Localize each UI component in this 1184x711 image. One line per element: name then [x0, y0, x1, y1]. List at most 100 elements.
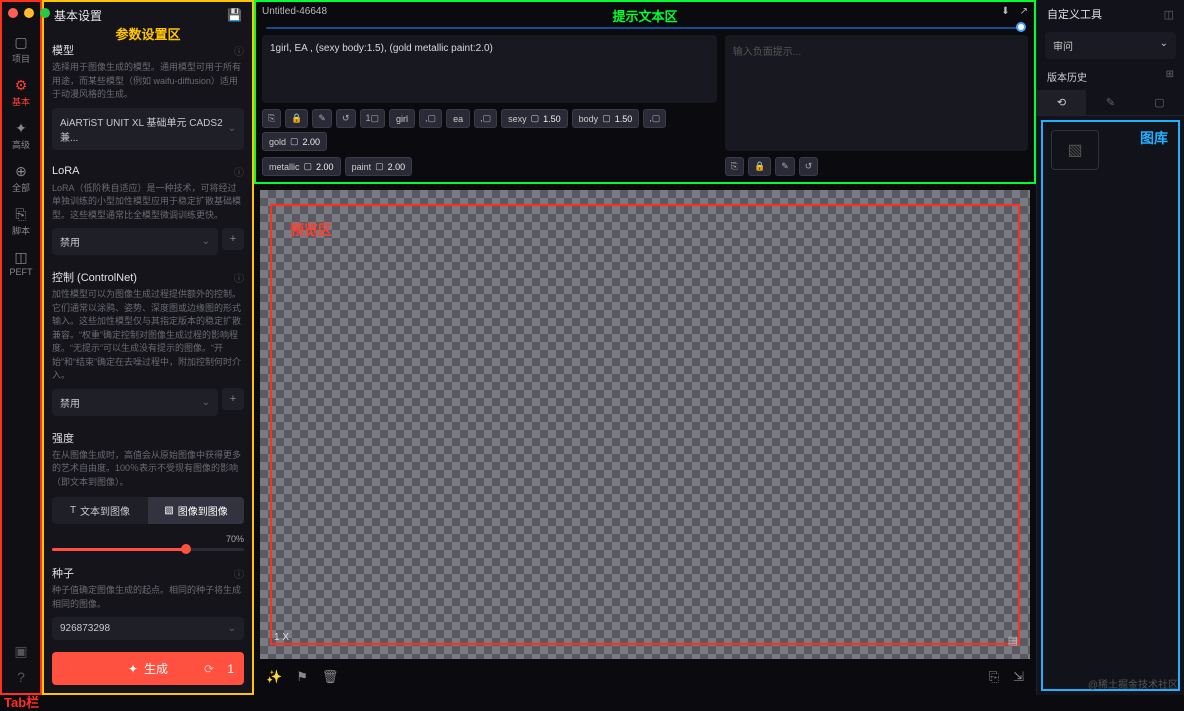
tag-paint[interactable]: paint ▢ 2.00: [345, 157, 413, 176]
tab-basic[interactable]: ⚙基本: [0, 71, 42, 114]
lora-desc: LoRA（低阶秩自适应）是一种技术，可将经过单独训练的小型加性模型应用于稳定扩散…: [52, 182, 244, 223]
document-title: Untitled-46648: [262, 6, 327, 17]
copy-icon[interactable]: ⎘: [262, 109, 281, 128]
right-panel: 自定义工具 ◫ 审问⌄ 版本历史 ⊞ ⟲ ✎ ▢ 图库 ▧: [1036, 0, 1184, 695]
tab-peft[interactable]: ◫PEFT: [0, 243, 42, 283]
tag-ea[interactable]: ea: [446, 109, 470, 128]
prompt-area: Untitled-46648 ⬇ ↗ 提示文本区 1girl, EA , (se…: [254, 0, 1036, 184]
mode-i2i[interactable]: ▧图像到图像: [148, 497, 244, 524]
positive-prompt-input[interactable]: 1girl, EA , (sexy body:1.5), (gold metal…: [262, 35, 717, 103]
comma-icon[interactable]: ,▢: [643, 109, 666, 128]
tag-metallic[interactable]: metallic ▢ 2.00: [262, 157, 341, 176]
gallery-panel: 图库 ▧: [1041, 120, 1180, 691]
history-tab-save[interactable]: ▢: [1135, 90, 1184, 115]
info-icon[interactable]: ⓘ: [234, 270, 244, 285]
tag-girl[interactable]: girl: [389, 109, 415, 128]
tab-advanced[interactable]: ✦高级: [0, 114, 42, 157]
strength-slider[interactable]: [52, 548, 244, 551]
bottom-toolbar: ✨ ⚑ 🗑 ⎘ ⇲: [254, 659, 1036, 695]
comma-icon[interactable]: ,▢: [474, 109, 497, 128]
tab-project[interactable]: ▢项目: [0, 28, 42, 71]
control-desc: 加性模型可以为图像生成过程提供额外的控制。它们通常以涂鸦、姿势、深度图或边缘图的…: [52, 288, 244, 383]
edit-icon[interactable]: ✎: [312, 109, 332, 128]
sync-icon[interactable]: ⟳: [204, 662, 214, 676]
sparkle-icon: ✦: [128, 662, 138, 676]
seed-input[interactable]: 926873298⌄: [52, 617, 244, 640]
mode-t2i[interactable]: T文本到图像: [52, 497, 148, 524]
edit-icon[interactable]: ✎: [775, 157, 795, 176]
all-icon: ⊕: [13, 163, 29, 179]
panel-icon[interactable]: ◫: [1164, 8, 1174, 21]
negative-prompt-input[interactable]: 输入负面提示...: [725, 35, 1028, 151]
center-area: Untitled-46648 ⬇ ↗ 提示文本区 1girl, EA , (se…: [254, 0, 1036, 695]
prompt-weight-slider[interactable]: [266, 27, 1024, 29]
comma-icon[interactable]: ,▢: [419, 109, 442, 128]
copy-out-icon[interactable]: ⎘: [989, 669, 999, 685]
generate-button[interactable]: ✦ 生成 ⟳ 1: [52, 652, 244, 685]
control-title: 控制 (ControlNet): [52, 269, 137, 285]
model-select[interactable]: AiARTiST UNIT XL 基础单元 CADS2兼...⌄: [52, 108, 244, 150]
lock-icon[interactable]: 🔒: [285, 109, 308, 128]
chevron-down-icon: ⌄: [1160, 38, 1168, 53]
info-icon[interactable]: ⓘ: [234, 43, 244, 58]
chevron-down-icon: ⌄: [202, 397, 210, 408]
preview-canvas[interactable]: 预览区 1 X ▤: [260, 190, 1030, 659]
tag-body[interactable]: body ▢ 1.50: [572, 109, 640, 128]
export-icon[interactable]: ⇲: [1013, 669, 1024, 685]
settings-header: 基本设置: [54, 7, 102, 24]
reset-icon[interactable]: ↺: [336, 109, 356, 128]
clear-icon[interactable]: 🗑: [322, 669, 339, 685]
history-tab-edit[interactable]: ✎: [1086, 90, 1135, 115]
lock-icon[interactable]: 🔒: [748, 157, 771, 176]
layers-icon[interactable]: ▤: [1008, 634, 1018, 647]
tag-gold[interactable]: gold ▢ 2.00: [262, 132, 327, 151]
zoom-level: 1 X: [274, 632, 289, 643]
script-icon: ⎘: [13, 206, 29, 222]
share-icon[interactable]: ↗: [1020, 6, 1028, 17]
image-icon: ▧: [164, 505, 173, 516]
gen-count: 1: [227, 662, 234, 676]
annotation-settings: 参数设置区: [115, 24, 180, 43]
sparkle-icon: ✦: [13, 120, 29, 136]
chevron-down-icon: ⌄: [202, 236, 210, 247]
reset-icon[interactable]: ↺: [799, 157, 819, 176]
tab-all[interactable]: ⊕全部: [0, 157, 42, 200]
strength-title: 强度: [52, 430, 74, 446]
strength-value: 70%: [226, 534, 244, 544]
add-control-button[interactable]: +: [222, 388, 244, 410]
history-tab-time[interactable]: ⟲: [1037, 90, 1086, 115]
chevron-down-icon: ⌄: [228, 123, 236, 134]
tools-title: 自定义工具: [1047, 6, 1102, 22]
tab-script[interactable]: ⎘脚本: [0, 200, 42, 243]
copy-icon[interactable]: ⎘: [725, 157, 744, 176]
download-icon[interactable]: ⬇: [1001, 6, 1009, 17]
model-title: 模型: [52, 42, 74, 58]
control-select[interactable]: 禁用⌄: [52, 389, 218, 416]
annotation-preview: 预览区: [290, 220, 332, 240]
info-icon[interactable]: ⓘ: [234, 164, 244, 179]
tag-sexy[interactable]: sexy ▢ 1.50: [501, 109, 568, 128]
watermark: @稀土掘金技术社区: [1088, 676, 1178, 691]
log-icon[interactable]: ▣: [13, 643, 29, 659]
project-icon: ▢: [13, 34, 29, 50]
chevron-down-icon: ⌄: [228, 623, 236, 634]
gallery-thumb[interactable]: ▧: [1051, 130, 1099, 170]
one-icon[interactable]: 1▢: [360, 109, 386, 128]
history-title: 版本历史: [1047, 69, 1087, 84]
tool-select[interactable]: 审问⌄: [1045, 32, 1176, 59]
annotation-gallery: 图库: [1140, 128, 1168, 148]
gear-icon: ⚙: [13, 77, 29, 93]
model-desc: 选择用于图像生成的模型。通用模型可用于所有用途，而某些模型（例如 waifu-d…: [52, 61, 244, 102]
add-lora-button[interactable]: +: [222, 228, 244, 250]
save-icon[interactable]: 💾: [227, 8, 242, 22]
settings-panel: 基本设置 💾 参数设置区 模型 ⓘ 选择用于图像生成的模型。通用模型可用于所有用途…: [42, 0, 254, 695]
info-icon[interactable]: ⓘ: [234, 566, 244, 581]
flag-icon[interactable]: ⚑: [296, 669, 308, 685]
help-icon[interactable]: ?: [13, 669, 29, 685]
peft-icon: ◫: [13, 249, 29, 265]
seed-title: 种子: [52, 565, 74, 581]
lora-select[interactable]: 禁用⌄: [52, 228, 218, 255]
wand-icon[interactable]: ✨: [266, 669, 282, 685]
grid-icon[interactable]: ⊞: [1166, 69, 1174, 84]
lora-title: LoRA: [52, 165, 80, 177]
